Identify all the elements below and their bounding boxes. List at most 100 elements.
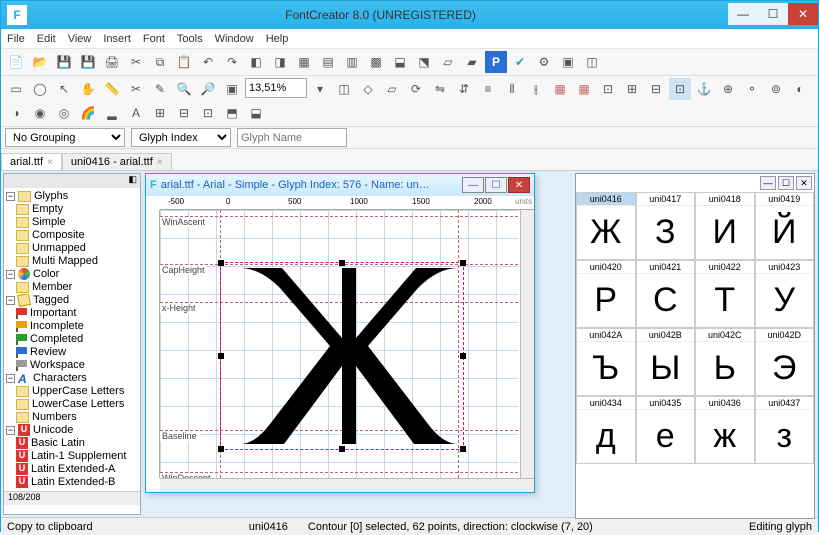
- cut-icon[interactable]: ✂: [125, 51, 147, 73]
- glyph-cell[interactable]: uni0436ж: [695, 396, 755, 464]
- tool-icon[interactable]: ▰: [461, 51, 483, 73]
- tool-icon[interactable]: ▦: [293, 51, 315, 73]
- hand-icon[interactable]: ✋: [77, 78, 99, 100]
- glyph-cell[interactable]: uni0419Й: [755, 192, 815, 260]
- flip-h-icon[interactable]: ⇋: [429, 78, 451, 100]
- tree-item[interactable]: Composite: [32, 229, 85, 241]
- tool-icon[interactable]: ▣: [557, 51, 579, 73]
- tool-icon[interactable]: ▥: [341, 51, 363, 73]
- copy-icon[interactable]: ⧉: [149, 51, 171, 73]
- collapse-icon[interactable]: −: [6, 374, 15, 383]
- panel-icon[interactable]: ◧: [128, 174, 137, 188]
- glyph-cell[interactable]: uni0422Т: [695, 260, 755, 328]
- maximize-button[interactable]: ☐: [758, 3, 788, 25]
- scrollbar-horizontal[interactable]: [160, 478, 534, 492]
- rect-icon[interactable]: ▭: [5, 78, 27, 100]
- collapse-icon[interactable]: −: [6, 296, 15, 305]
- ruler-horizontal[interactable]: -500 0 500 1000 1500 2000 units: [160, 196, 534, 210]
- grouping-select[interactable]: No Grouping: [5, 128, 125, 147]
- glyph-cell[interactable]: uni042DЭ: [755, 328, 815, 396]
- tree-glyphs[interactable]: Glyphs: [34, 190, 68, 202]
- snap-icon[interactable]: ⊞: [621, 78, 643, 100]
- tree-item[interactable]: Basic Latin: [31, 437, 85, 449]
- tree-item[interactable]: Latin-1 Supplement: [31, 450, 126, 462]
- glyph-cell[interactable]: uni0421С: [636, 260, 696, 328]
- collapse-icon[interactable]: −: [6, 270, 15, 279]
- ruler-vertical[interactable]: [146, 210, 160, 478]
- tool-icon[interactable]: P: [485, 51, 507, 73]
- close-icon[interactable]: ×: [157, 157, 163, 168]
- tree-item[interactable]: LowerCase Letters: [32, 398, 124, 410]
- tab-glyph[interactable]: uni0416 - arial.ttf×: [62, 153, 172, 170]
- tool-icon[interactable]: ⚬: [741, 78, 763, 100]
- maximize-button[interactable]: ☐: [485, 177, 507, 193]
- tree-item[interactable]: Review: [30, 346, 66, 358]
- tool-icon[interactable]: ◉: [29, 102, 51, 124]
- tree-tagged[interactable]: Tagged: [33, 294, 69, 306]
- editor-titlebar[interactable]: F arial.ttf - Arial - Simple - Glyph Ind…: [146, 174, 534, 196]
- glyph-cell[interactable]: uni0435е: [636, 396, 696, 464]
- paste-icon[interactable]: 📋: [173, 51, 195, 73]
- tree-unicode[interactable]: Unicode: [33, 424, 73, 436]
- tree-item[interactable]: Latin Extended-A: [31, 463, 115, 475]
- tool-icon[interactable]: ◐: [789, 78, 811, 100]
- close-icon[interactable]: ×: [47, 157, 53, 168]
- tab-arial[interactable]: arial.ttf×: [1, 153, 62, 170]
- redo-icon[interactable]: ↷: [221, 51, 243, 73]
- pointer-icon[interactable]: ↖: [53, 78, 75, 100]
- anchor-icon[interactable]: ⚓: [693, 78, 715, 100]
- menu-window[interactable]: Window: [215, 33, 254, 45]
- align-icon[interactable]: ≡: [477, 78, 499, 100]
- tool-icon[interactable]: ⬔: [413, 51, 435, 73]
- tool-icon[interactable]: A: [125, 102, 147, 124]
- minimize-button[interactable]: —: [462, 177, 484, 193]
- undo-icon[interactable]: ↶: [197, 51, 219, 73]
- free-icon[interactable]: ◇: [357, 78, 379, 100]
- scrollbar-vertical[interactable]: [520, 210, 534, 478]
- menu-font[interactable]: Font: [143, 33, 165, 45]
- save-icon[interactable]: 💾: [53, 51, 75, 73]
- saveall-icon[interactable]: 💾: [77, 51, 99, 73]
- tool-icon[interactable]: ⊞: [149, 102, 171, 124]
- tree-item[interactable]: Incomplete: [30, 320, 84, 332]
- fit-icon[interactable]: ▣: [221, 78, 243, 100]
- tool-icon[interactable]: ▤: [317, 51, 339, 73]
- tree-item[interactable]: Important: [30, 307, 76, 319]
- pen-icon[interactable]: ✎: [149, 78, 171, 100]
- collapse-icon[interactable]: −: [6, 192, 15, 201]
- tool-icon[interactable]: ◎: [53, 102, 75, 124]
- tree-item[interactable]: Simple: [32, 216, 66, 228]
- tree-item[interactable]: Empty: [32, 203, 63, 215]
- tree-item[interactable]: Unmapped: [32, 242, 86, 254]
- grid-icon[interactable]: ▦: [573, 78, 595, 100]
- glyph-cell[interactable]: uni042CЬ: [695, 328, 755, 396]
- glyph-cell[interactable]: uni0418И: [695, 192, 755, 260]
- tool-icon[interactable]: ⊟: [173, 102, 195, 124]
- glyph-cell[interactable]: uni042AЪ: [576, 328, 636, 396]
- align-icon[interactable]: ⫲: [525, 78, 547, 100]
- tree-item[interactable]: Multi Mapped: [32, 255, 98, 267]
- editor-body[interactable]: -500 0 500 1000 1500 2000 units WinAscen…: [146, 196, 534, 492]
- tree-characters[interactable]: Characters: [33, 372, 87, 384]
- tool-icon[interactable]: ◨: [269, 51, 291, 73]
- glyph-cell[interactable]: uni0434д: [576, 396, 636, 464]
- close-button[interactable]: ✕: [508, 177, 530, 193]
- glyph-cell[interactable]: uni0416Ж: [576, 192, 636, 260]
- menu-view[interactable]: View: [68, 33, 92, 45]
- tree-item[interactable]: Member: [32, 281, 72, 293]
- open-icon[interactable]: 📂: [29, 51, 51, 73]
- tool-icon[interactable]: ◧: [245, 51, 267, 73]
- maximize-button[interactable]: ☐: [778, 176, 794, 190]
- new-icon[interactable]: 📄: [5, 51, 27, 73]
- color-icon[interactable]: 🌈: [77, 102, 99, 124]
- select-icon[interactable]: ◫: [333, 78, 355, 100]
- tool-icon[interactable]: ⊚: [765, 78, 787, 100]
- flip-v-icon[interactable]: ⇵: [453, 78, 475, 100]
- tool-icon[interactable]: ⊕: [717, 78, 739, 100]
- measure-icon[interactable]: 📏: [101, 78, 123, 100]
- tree-item[interactable]: Completed: [30, 333, 83, 345]
- glyph-cell[interactable]: uni0423У: [755, 260, 815, 328]
- zoomout-icon[interactable]: 🔎: [197, 78, 219, 100]
- knife-icon[interactable]: ✂: [125, 78, 147, 100]
- tool-icon[interactable]: ▂: [101, 102, 123, 124]
